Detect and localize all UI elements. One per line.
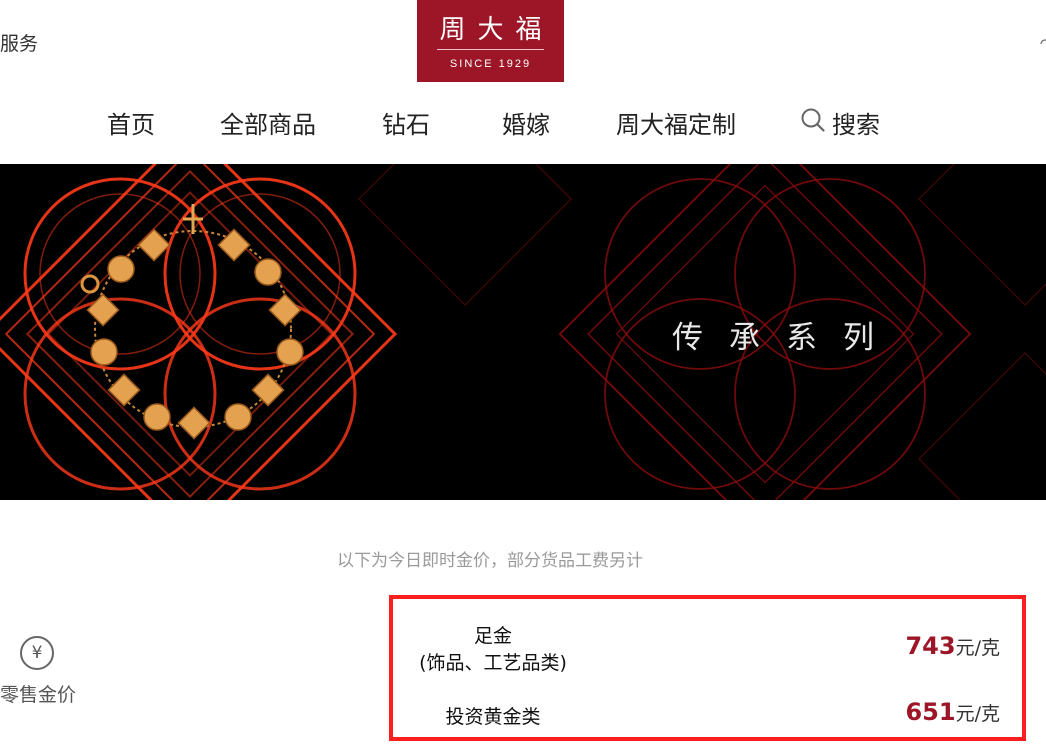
nav-item-all-products[interactable]: 全部商品 [220,105,316,140]
price-unit: 元/克 [955,703,1000,725]
nav-item-wedding[interactable]: 婚嫁 [502,105,550,140]
logo-divider [437,49,544,50]
nav-search[interactable]: 搜索 [800,105,880,140]
logo-chinese-text: 周大福 [439,15,554,45]
price-number: 651 [905,698,956,726]
gold-price-table: 足金 (饰品、工艺品类) 743元/克 投资黄金类 651元/克 [389,595,1026,741]
banner-title: 传承系列 [672,320,900,356]
price-notice: 以下为今日即时金价，部分货品工费另计 [337,551,643,571]
logo-english-text: SINCE 1929 [449,58,532,70]
price-row-value: 743元/克 [905,632,1000,660]
price-row-name: 足金 (饰品、工艺品类) [407,621,579,675]
search-icon [800,107,826,139]
price-row-name: 投资黄金类 [445,706,541,728]
section-label: 零售金价 [0,684,77,706]
brand-logo[interactable]: 周大福 SINCE 1929 [417,0,564,82]
nav-item-diamond[interactable]: 钻石 [382,105,430,140]
price-row-title: 足金 [473,625,512,647]
main-nav: 首页 全部商品 钻石 婚嫁 周大福定制 搜索 [0,105,1046,145]
nav-item-home[interactable]: 首页 [107,105,155,140]
price-row-subtitle: (饰品、工艺品类) [419,652,567,674]
price-row-value: 651元/克 [905,698,1000,726]
nav-item-custom[interactable]: 周大福定制 [616,105,736,140]
service-link[interactable]: 服务 [0,29,38,56]
user-icon[interactable] [1038,34,1046,44]
price-unit: 元/克 [955,637,1000,659]
price-number: 743 [905,632,956,660]
hero-banner[interactable]: 传承系列 [0,164,1046,500]
yuan-icon: ¥ [20,636,54,670]
search-label: 搜索 [832,111,880,139]
